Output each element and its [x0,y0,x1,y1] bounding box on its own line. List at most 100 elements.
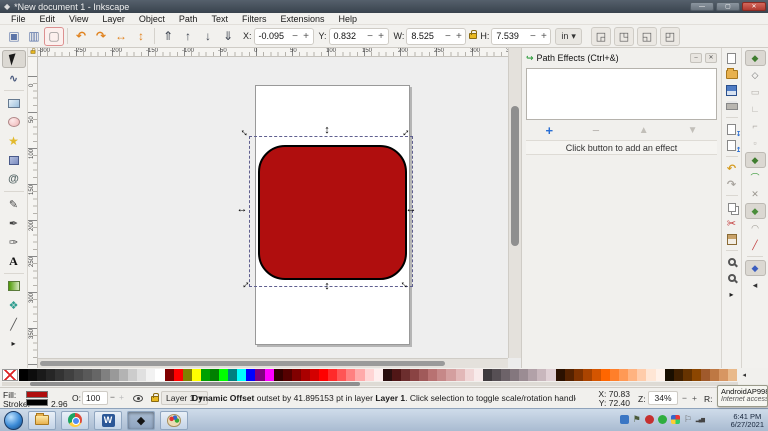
palette-swatch[interactable] [237,369,246,381]
palette-swatch[interactable] [174,369,183,381]
selection-handle-right[interactable]: ↔ [406,204,416,214]
palette-swatch[interactable] [310,369,319,381]
palette-swatch[interactable] [628,369,637,381]
height-plus-button[interactable]: + [538,31,549,42]
palette-swatch[interactable] [646,369,655,381]
tray-drive-icon[interactable] [671,415,680,424]
snap-cusp-node-button[interactable]: ◆ [745,203,766,219]
rotate-cw-button[interactable]: ↷ [91,27,111,46]
palette-swatch[interactable] [556,369,565,381]
palette-swatch[interactable] [110,369,119,381]
vertical-scrollbar-thumb[interactable] [511,106,519,246]
print-button[interactable] [724,99,740,113]
redo-button[interactable]: ↷ [724,177,740,191]
menu-path[interactable]: Path [172,14,205,24]
zoom-plus-button[interactable]: + [692,393,697,403]
palette-swatch[interactable] [346,369,355,381]
height-field[interactable]: 7.539 − + [491,28,551,45]
palette-swatch[interactable] [246,369,255,381]
palette-swatch[interactable] [137,369,146,381]
snap-bbox-center-button[interactable]: ▫ [745,135,766,151]
scale-stroke-toggle[interactable]: ◲ [591,27,611,46]
palette-swatch[interactable] [610,369,619,381]
tray-messenger-icon[interactable] [658,415,667,424]
snap-others-button[interactable]: ◆ [745,260,766,276]
snap-bbox-edge-button[interactable]: ▭ [745,84,766,100]
x-field[interactable]: -0.095 − + [254,28,314,45]
palette-swatch[interactable] [428,369,437,381]
snap-intersection-button[interactable]: ✕ [745,186,766,202]
palette-swatch[interactable] [19,369,28,381]
palette-swatch[interactable] [274,369,283,381]
add-effect-button[interactable]: + [546,123,554,138]
snap-bbox-corner-button[interactable]: ∟ [745,101,766,117]
minimize-button[interactable]: — [690,2,714,11]
palette-swatch[interactable] [192,369,201,381]
palette-swatch[interactable] [283,369,292,381]
canvas[interactable]: ↔ ↕ ↔ ↔ ↔ ↔ ↕ ↔ [38,57,508,358]
raise-to-top-button[interactable]: ⇑ [158,27,178,46]
snap-midpoint-button[interactable]: ╱ [745,237,766,253]
menu-file[interactable]: File [4,14,33,24]
zoom-field[interactable]: 34% [648,391,678,405]
selector-tool[interactable] [2,50,26,68]
save-button[interactable] [724,83,740,97]
palette-swatch[interactable] [328,369,337,381]
palette-swatch[interactable] [265,369,274,381]
stroke-color-swatch[interactable] [26,399,48,406]
palette-swatch[interactable] [619,369,628,381]
palette-swatch[interactable] [228,369,237,381]
palette-swatch[interactable] [665,369,674,381]
lock-icon[interactable] [30,50,35,54]
menu-help[interactable]: Help [331,14,364,24]
menu-view[interactable]: View [62,14,95,24]
move-patterns-toggle[interactable]: ◰ [660,27,680,46]
tray-app-icon[interactable] [620,415,629,424]
width-minus-button[interactable]: − [442,31,453,42]
red-rounded-rectangle[interactable] [258,145,407,280]
move-gradients-toggle[interactable]: ◱ [637,27,657,46]
palette-swatch[interactable] [392,369,401,381]
palette-swatch[interactable] [601,369,610,381]
selection-handle-bottom[interactable]: ↕ [322,281,332,291]
palette-swatch[interactable] [537,369,546,381]
tray-flag-icon[interactable]: ⚑ [633,415,641,424]
palette-swatch[interactable] [583,369,592,381]
box3d-tool[interactable] [2,151,26,169]
raise-button[interactable]: ↑ [178,27,198,46]
remove-effect-button[interactable]: − [592,123,600,138]
palette-swatch[interactable] [46,369,55,381]
zoom-minus-button[interactable]: − [682,393,687,403]
palette-swatch[interactable] [446,369,455,381]
palette-swatch[interactable] [74,369,83,381]
taskbar-chrome-button[interactable] [61,411,89,430]
layer-visibility-icon[interactable] [133,395,143,402]
palette-swatch[interactable] [637,369,646,381]
scale-corners-toggle[interactable]: ◳ [614,27,634,46]
taskbar-explorer-button[interactable] [28,411,56,430]
palette-swatch[interactable] [37,369,46,381]
unit-dropdown[interactable]: in ▾ [555,28,582,45]
move-effect-down-button[interactable]: ▼ [688,125,698,136]
effect-list[interactable] [526,68,717,120]
snap-bbox-midpoint-button[interactable]: ⌐ [745,118,766,134]
palette-swatch[interactable] [92,369,101,381]
palette-swatch[interactable] [165,369,174,381]
palette-swatch[interactable] [565,369,574,381]
fill-color-swatch[interactable] [26,391,48,398]
palette-swatch[interactable] [374,369,383,381]
taskbar-word-button[interactable]: W [94,411,122,430]
palette-swatch[interactable] [292,369,301,381]
flip-vertical-button[interactable]: ↕ [131,27,151,46]
menu-extensions[interactable]: Extensions [273,14,331,24]
move-effect-up-button[interactable]: ▲ [639,125,649,136]
select-all-layers-button[interactable]: ▥ [24,27,44,46]
palette-swatch[interactable] [28,369,37,381]
palette-swatch[interactable] [528,369,537,381]
palette-scrollbar-thumb[interactable] [30,382,360,386]
snap-bbox-button[interactable]: ◇ [745,67,766,83]
close-button[interactable]: ✕ [742,2,766,11]
vertical-scrollbar[interactable] [508,48,521,358]
rectangle-tool[interactable] [2,94,26,112]
palette-swatch[interactable] [64,369,73,381]
